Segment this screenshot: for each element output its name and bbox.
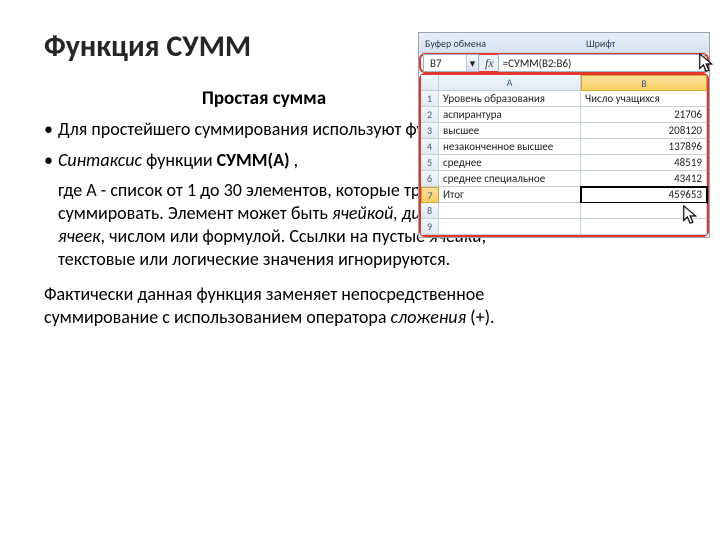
chevron-down-icon[interactable]: ▾: [466, 55, 478, 71]
table-row: 4 незаконченное высшее 137896: [421, 139, 707, 155]
table-row: 7 Итог 459653: [421, 187, 707, 203]
ribbon-group-font: Шрифт: [586, 37, 615, 50]
tail-text: Фактически данная функция заменяет непос…: [44, 283, 544, 329]
table-row: 1 Уровень образования Число учащихся: [421, 91, 707, 107]
active-cell[interactable]: 459653: [581, 187, 707, 203]
table-row: 3 высшее 208120: [421, 123, 707, 139]
fx-icon[interactable]: fx: [485, 56, 494, 71]
col-header-b[interactable]: B: [581, 75, 707, 91]
cursor-icon: [698, 52, 716, 74]
select-all-corner[interactable]: [421, 75, 439, 91]
table-row: 9: [421, 219, 707, 235]
table-row: 5 среднее 48519: [421, 155, 707, 171]
name-box[interactable]: B7 ▾: [423, 54, 479, 72]
excel-screenshot: Буфер обмена Шрифт B7 ▾ fx =СУММ(B2:B6) …: [418, 32, 710, 238]
subtitle: Простая сумма: [104, 87, 424, 110]
ribbon-group-clipboard: Буфер обмена: [425, 37, 486, 50]
formula-bar[interactable]: =СУММ(B2:B6): [498, 54, 705, 72]
table-row: 8: [421, 203, 707, 219]
column-headers: A B: [421, 75, 707, 91]
table-row: 2 аспирантура 21706: [421, 107, 707, 123]
table-row: 6 среднее специальное 43412: [421, 171, 707, 187]
ribbon: Буфер обмена Шрифт: [419, 33, 709, 53]
cursor-icon: [682, 204, 700, 226]
grid: A B 1 Уровень образования Число учащихся…: [419, 73, 709, 237]
col-header-a[interactable]: A: [439, 75, 581, 91]
formula-bar-row: B7 ▾ fx =СУММ(B2:B6): [419, 53, 709, 73]
